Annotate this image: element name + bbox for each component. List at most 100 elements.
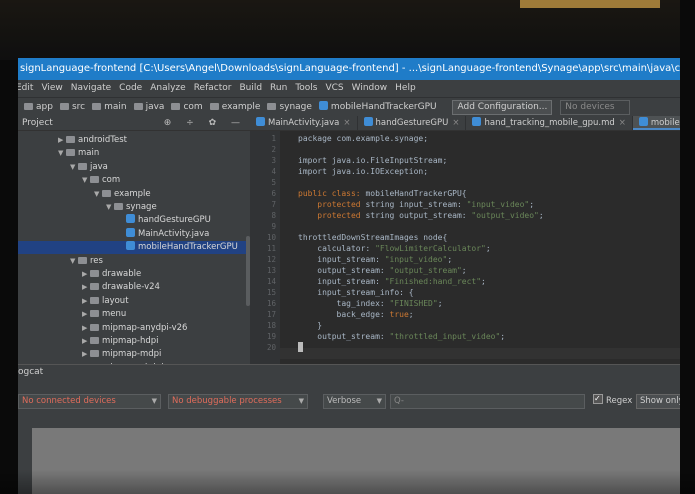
code-token: ; bbox=[447, 255, 453, 264]
project-view-selector[interactable]: Project bbox=[22, 118, 53, 128]
breadcrumb-item-synage[interactable]: synage bbox=[267, 98, 312, 117]
code-token: back_edge: bbox=[298, 310, 390, 319]
chevron-right-icon[interactable]: ▶ bbox=[82, 335, 90, 348]
tree-item-label: java bbox=[90, 161, 108, 172]
menu-item-edit[interactable]: Edit bbox=[18, 83, 33, 93]
line-number: 5 bbox=[271, 178, 276, 187]
logcat-toolbar: No connected devices ▼ No debuggable pro… bbox=[18, 378, 680, 428]
process-dropdown[interactable]: No debuggable processes ▼ bbox=[168, 394, 308, 409]
menu-item-build[interactable]: Build bbox=[239, 83, 262, 93]
tab-label: mobileHandTrackerGPU bbox=[650, 118, 680, 128]
show-only-selected-button[interactable]: Show only bbox=[636, 394, 680, 409]
folder-icon bbox=[59, 103, 69, 110]
chevron-right-icon[interactable]: ▶ bbox=[82, 322, 90, 335]
chevron-down-icon[interactable]: ▼ bbox=[94, 188, 102, 201]
tree-item-label: MainActivity.java bbox=[138, 228, 210, 239]
menu-item-run[interactable]: Run bbox=[270, 83, 287, 93]
breadcrumb-item-src[interactable]: src bbox=[59, 98, 85, 117]
close-icon[interactable]: × bbox=[619, 118, 626, 128]
code-token: } bbox=[298, 321, 323, 330]
code-token: package com.example.synage; bbox=[298, 134, 429, 143]
breadcrumb-item-mobilehandtrackergpu[interactable]: mobileHandTrackerGPU bbox=[318, 98, 437, 117]
folder-icon bbox=[90, 270, 99, 277]
line-number: 9 bbox=[271, 222, 276, 231]
code-line: input_stream: "input_video"; bbox=[298, 254, 452, 265]
menu-item-window[interactable]: Window bbox=[352, 83, 388, 93]
tab-hand-tracking-mobile-gpu-md[interactable]: hand_tracking_mobile_gpu.md × bbox=[466, 116, 633, 130]
folder-icon bbox=[92, 103, 102, 110]
menu-item-analyze[interactable]: Analyze bbox=[150, 83, 185, 93]
device-selector[interactable]: No devices bbox=[560, 100, 631, 115]
logcat-search-input[interactable]: Q- bbox=[390, 394, 585, 409]
code-token: "throttled_input_video" bbox=[389, 332, 501, 341]
code-token: "FlowLimiterCalculator" bbox=[375, 244, 486, 253]
chevron-right-icon[interactable]: ▶ bbox=[82, 308, 90, 321]
menu-item-code[interactable]: Code bbox=[119, 83, 142, 93]
line-number: 13 bbox=[266, 266, 276, 275]
code-token: protected bbox=[298, 200, 366, 209]
code-token: "Finished:hand_rect" bbox=[384, 277, 482, 286]
device-dropdown[interactable]: No connected devices ▼ bbox=[18, 394, 161, 409]
code-line: } bbox=[298, 320, 322, 331]
code-token: "output_stream" bbox=[389, 266, 462, 275]
menu-item-view[interactable]: View bbox=[41, 83, 62, 93]
folder-icon bbox=[90, 337, 99, 344]
menu-item-navigate[interactable]: Navigate bbox=[71, 83, 111, 93]
chevron-down-icon[interactable]: ▼ bbox=[106, 201, 114, 214]
class-file-icon bbox=[256, 117, 265, 126]
chevron-down-icon[interactable]: ▼ bbox=[70, 255, 78, 268]
breadcrumb-item-java[interactable]: java bbox=[133, 98, 164, 117]
code-line: protected string input_stream: "input_vi… bbox=[298, 199, 534, 210]
chevron-down-icon[interactable]: ▼ bbox=[58, 147, 66, 160]
code-token: "FINISHED" bbox=[389, 299, 438, 308]
code-line: calculator: "FlowLimiterCalculator"; bbox=[298, 243, 490, 254]
chevron-right-icon[interactable]: ▶ bbox=[82, 268, 90, 281]
line-number: 19 bbox=[266, 332, 276, 341]
line-number: 10 bbox=[266, 233, 276, 242]
code-line: throttledDownStreamImages node{ bbox=[298, 232, 447, 243]
breadcrumb-item-example[interactable]: example bbox=[209, 98, 260, 117]
line-number: 16 bbox=[266, 299, 276, 308]
project-panel-header: Project ⊕ ÷ ✿ — bbox=[18, 116, 250, 131]
chevron-down-icon: ▼ bbox=[151, 397, 157, 405]
line-number: 3 bbox=[271, 156, 276, 165]
add-configuration-button[interactable]: Add Configuration... bbox=[452, 100, 553, 115]
regex-label: Regex bbox=[606, 396, 633, 406]
code-token: import java.io.FileInputStream; bbox=[298, 156, 448, 165]
menu-item-help[interactable]: Help bbox=[395, 83, 416, 93]
breadcrumb-item-com[interactable]: com bbox=[171, 98, 203, 117]
tree-item-label: drawable-v24 bbox=[102, 282, 160, 293]
tab-handgesturegpu[interactable]: handGestureGPU × bbox=[358, 116, 467, 130]
breadcrumb-item-app[interactable]: app bbox=[24, 98, 53, 117]
chevron-right-icon[interactable]: ▶ bbox=[82, 281, 90, 294]
project-panel-tools[interactable]: ⊕ ÷ ✿ — bbox=[164, 116, 246, 130]
chevron-right-icon[interactable]: ▶ bbox=[82, 295, 90, 308]
regex-checkbox[interactable]: Regex bbox=[590, 394, 633, 407]
line-number: 20 bbox=[266, 343, 276, 352]
close-icon[interactable]: × bbox=[343, 118, 350, 128]
menu-item-vcs[interactable]: VCS bbox=[325, 83, 343, 93]
log-level-dropdown[interactable]: Verbose ▼ bbox=[323, 394, 386, 409]
chevron-down-icon[interactable]: ▼ bbox=[70, 161, 78, 174]
line-number: 6 bbox=[271, 189, 276, 198]
code-line: input_stream: "Finished:hand_rect"; bbox=[298, 276, 486, 287]
photo-background bbox=[0, 0, 695, 60]
folder-icon bbox=[267, 103, 277, 110]
tab-mainactivity-java[interactable]: MainActivity.java × bbox=[250, 116, 358, 130]
chevron-right-icon[interactable]: ▶ bbox=[82, 348, 90, 361]
code-editor[interactable]: 1 2 3 4 5 6 7 8 9 10 11 12 13 14 15 16 17 18 19 20 package … bbox=[250, 131, 680, 364]
class-file-icon bbox=[126, 241, 135, 251]
close-icon[interactable]: × bbox=[452, 118, 459, 128]
search-icon: Q- bbox=[394, 396, 404, 406]
class-file-icon bbox=[472, 117, 482, 126]
chevron-down-icon[interactable]: ▼ bbox=[82, 174, 90, 187]
menu-item-tools[interactable]: Tools bbox=[295, 83, 317, 93]
tab-mobilehandtrackergpu[interactable]: mobileHandTrackerGPU× bbox=[632, 116, 680, 130]
folder-icon bbox=[133, 103, 143, 110]
chevron-right-icon[interactable]: ▶ bbox=[58, 134, 66, 147]
menu-item-refactor[interactable]: Refactor bbox=[194, 83, 232, 93]
code-line: output_stream: "output_stream"; bbox=[298, 265, 466, 276]
breadcrumb-item-main[interactable]: main bbox=[92, 98, 127, 117]
code-line: back_edge: true; bbox=[298, 309, 414, 320]
code-token: calculator: bbox=[298, 244, 376, 253]
